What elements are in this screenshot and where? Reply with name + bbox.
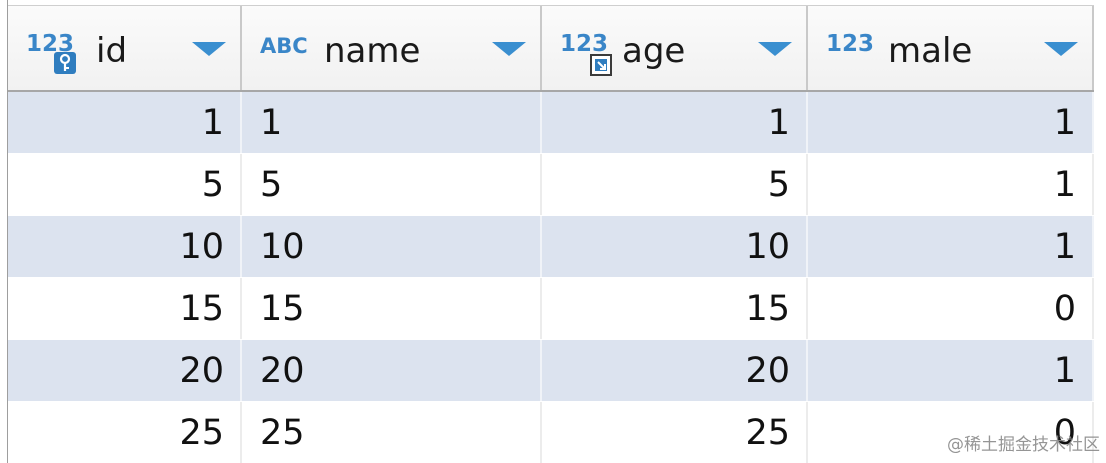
sort-dropdown-icon[interactable] xyxy=(192,42,226,56)
index-icon xyxy=(590,54,612,76)
cell-name[interactable]: 10 xyxy=(242,216,542,277)
table-row[interactable]: 1 1 1 1 xyxy=(8,92,1094,154)
cell-name[interactable]: 15 xyxy=(242,278,542,339)
cell-age[interactable]: 1 xyxy=(542,92,808,153)
sort-dropdown-icon[interactable] xyxy=(492,42,526,56)
cell-male[interactable]: 1 xyxy=(808,216,1094,277)
table-row[interactable]: 20 20 20 1 xyxy=(8,340,1094,402)
table-row[interactable]: 10 10 10 1 xyxy=(8,216,1094,278)
cell-id[interactable]: 1 xyxy=(8,92,242,153)
column-name-age: age xyxy=(622,31,686,71)
cell-id[interactable]: 15 xyxy=(8,278,242,339)
cell-id[interactable]: 10 xyxy=(8,216,242,277)
cell-id[interactable]: 20 xyxy=(8,340,242,401)
column-header-row: 123 id ABC name 123 age 123 male xyxy=(8,5,1094,92)
column-name-male: male xyxy=(888,31,973,71)
cell-name[interactable]: 20 xyxy=(242,340,542,401)
cell-male[interactable]: 1 xyxy=(808,340,1094,401)
primary-key-icon xyxy=(54,52,76,74)
cell-name[interactable]: 1 xyxy=(242,92,542,153)
cell-age[interactable]: 20 xyxy=(542,340,808,401)
cell-male[interactable]: 0 xyxy=(808,278,1094,339)
watermark: @稀土掘金技术社区 xyxy=(947,435,1100,455)
result-grid: 123 id ABC name 123 age 123 male 1 1 1 1… xyxy=(0,0,1106,463)
table-row[interactable]: 5 5 5 1 xyxy=(8,154,1094,216)
cell-male[interactable]: 1 xyxy=(808,92,1094,153)
column-header-id[interactable]: 123 id xyxy=(8,6,242,90)
column-header-name[interactable]: ABC name xyxy=(242,6,542,90)
grid-rows: 1 1 1 1 5 5 5 1 10 10 10 1 15 15 15 0 20… xyxy=(8,92,1094,463)
cell-age[interactable]: 10 xyxy=(542,216,808,277)
table-row[interactable]: 15 15 15 0 xyxy=(8,278,1094,340)
column-name-name: name xyxy=(324,31,421,71)
numeric-type-icon: 123 xyxy=(560,31,609,57)
cell-age[interactable]: 15 xyxy=(542,278,808,339)
cell-id[interactable]: 25 xyxy=(8,402,242,463)
sort-dropdown-icon[interactable] xyxy=(758,42,792,56)
column-header-male[interactable]: 123 male xyxy=(808,6,1094,90)
text-type-icon: ABC xyxy=(260,34,308,58)
sort-dropdown-icon[interactable] xyxy=(1044,42,1078,56)
cell-male[interactable]: 1 xyxy=(808,154,1094,215)
cell-name[interactable]: 25 xyxy=(242,402,542,463)
numeric-type-icon: 123 xyxy=(826,31,875,57)
cell-name[interactable]: 5 xyxy=(242,154,542,215)
column-name-id: id xyxy=(96,31,128,71)
table-row[interactable]: 25 25 25 0 xyxy=(8,402,1094,463)
cell-id[interactable]: 5 xyxy=(8,154,242,215)
cell-age[interactable]: 25 xyxy=(542,402,808,463)
column-header-age[interactable]: 123 age xyxy=(542,6,808,90)
cell-age[interactable]: 5 xyxy=(542,154,808,215)
